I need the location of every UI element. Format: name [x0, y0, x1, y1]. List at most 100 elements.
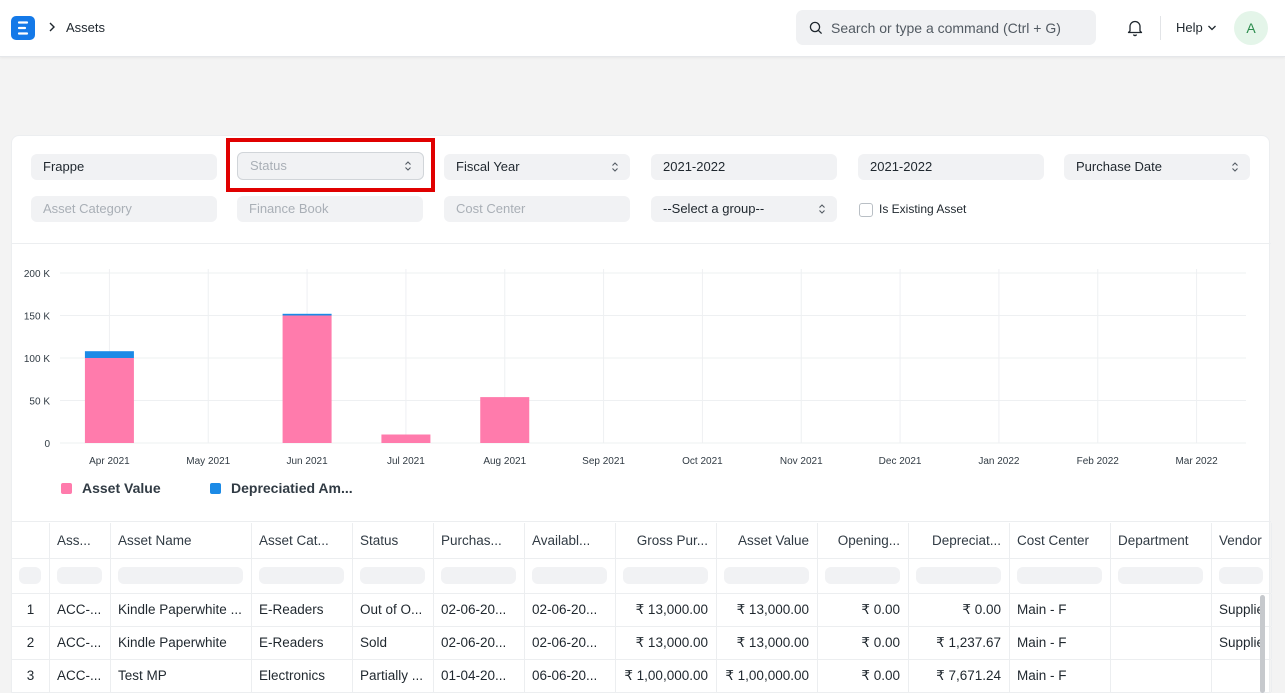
column-header[interactable]: Gross Pur...: [616, 523, 717, 558]
column-filter-input[interactable]: [1017, 567, 1102, 584]
table-scrollbar[interactable]: [1260, 595, 1265, 693]
column-filter[interactable]: [525, 559, 616, 593]
column-filter[interactable]: [1010, 559, 1111, 593]
legend-depreciated-amount[interactable]: Depreciatied Am...: [210, 480, 353, 496]
date-based-on-select[interactable]: Purchase Date: [1064, 154, 1250, 180]
table-cell[interactable]: Main - F: [1010, 660, 1111, 692]
finance-book-field[interactable]: Finance Book: [237, 196, 423, 222]
filter-row[interactable]: [12, 559, 1272, 594]
table-cell[interactable]: [1111, 660, 1212, 692]
table-cell[interactable]: ₹ 13,000.00: [717, 627, 818, 659]
from-fiscal-year-field[interactable]: 2021-2022: [651, 154, 837, 180]
column-header[interactable]: Vendor: [1212, 523, 1272, 558]
table-cell[interactable]: ₹ 1,237.67: [909, 627, 1010, 659]
table-cell[interactable]: Electronics: [252, 660, 353, 692]
column-filter-input[interactable]: [118, 567, 243, 584]
table-cell[interactable]: Test MP: [111, 660, 252, 692]
table-cell[interactable]: ₹ 13,000.00: [717, 594, 818, 626]
column-filter-input[interactable]: [1118, 567, 1203, 584]
column-header[interactable]: Depreciat...: [909, 523, 1010, 558]
column-filter[interactable]: [909, 559, 1010, 593]
table-cell[interactable]: Out of O...: [353, 594, 434, 626]
table-cell[interactable]: [1111, 627, 1212, 659]
column-filter[interactable]: [1111, 559, 1212, 593]
column-filter-input[interactable]: [623, 567, 708, 584]
column-filter-input[interactable]: [57, 567, 102, 584]
column-filter-input[interactable]: [259, 567, 344, 584]
table-cell[interactable]: ₹ 1,00,000.00: [717, 660, 818, 692]
table-cell[interactable]: ₹ 13,000.00: [616, 627, 717, 659]
company-field[interactable]: Frappe: [31, 154, 217, 180]
table-cell[interactable]: ₹ 0.00: [818, 627, 909, 659]
table-cell[interactable]: Kindle Paperwhite: [111, 627, 252, 659]
breadcrumb[interactable]: Assets: [66, 20, 105, 35]
filter-based-on-select[interactable]: Fiscal Year: [444, 154, 630, 180]
table-row[interactable]: 2 ACC-... Kindle Paperwhite E-Readers Sold 02…: [12, 627, 1272, 660]
column-header[interactable]: Status: [353, 523, 434, 558]
table-cell[interactable]: Sold: [353, 627, 434, 659]
app-logo[interactable]: [11, 16, 35, 40]
column-filter[interactable]: [1212, 559, 1272, 593]
column-header[interactable]: Cost Center: [1010, 523, 1111, 558]
column-filter[interactable]: [434, 559, 525, 593]
table-cell[interactable]: E-Readers: [252, 594, 353, 626]
column-filter[interactable]: [252, 559, 353, 593]
column-header[interactable]: Department: [1111, 523, 1212, 558]
column-header[interactable]: Asset Name: [111, 523, 252, 558]
bell-icon[interactable]: [1126, 18, 1144, 37]
cost-center-field[interactable]: Cost Center: [444, 196, 630, 222]
table-cell[interactable]: Kindle Paperwhite ...: [111, 594, 252, 626]
chevron-down-icon[interactable]: [1207, 24, 1217, 32]
column-filter-input[interactable]: [1219, 567, 1263, 584]
table-cell[interactable]: ₹ 0.00: [818, 594, 909, 626]
column-header[interactable]: Opening...: [818, 523, 909, 558]
column-filter[interactable]: [12, 559, 50, 593]
column-header[interactable]: Ass...: [50, 523, 111, 558]
column-filter-input[interactable]: [441, 567, 516, 584]
table-cell[interactable]: ACC-...: [50, 660, 111, 692]
column-header[interactable]: Asset Cat...: [252, 523, 353, 558]
column-header[interactable]: Availabl...: [525, 523, 616, 558]
help-menu[interactable]: Help: [1176, 20, 1203, 35]
avatar[interactable]: A: [1234, 11, 1268, 45]
column-filter[interactable]: [616, 559, 717, 593]
table-cell[interactable]: ₹ 7,671.24: [909, 660, 1010, 692]
table-cell[interactable]: 01-04-20...: [434, 660, 525, 692]
column-header[interactable]: Asset Value: [717, 523, 818, 558]
column-filter-input[interactable]: [916, 567, 1001, 584]
column-filter[interactable]: [818, 559, 909, 593]
table-cell[interactable]: Main - F: [1010, 627, 1111, 659]
table-row[interactable]: 1 ACC-... Kindle Paperwhite ... E-Readers Ou…: [12, 594, 1272, 627]
table-cell[interactable]: ₹ 0.00: [909, 594, 1010, 626]
column-filter[interactable]: [111, 559, 252, 593]
table-cell[interactable]: Partially ...: [353, 660, 434, 692]
asset-category-field[interactable]: Asset Category: [31, 196, 217, 222]
column-header[interactable]: Purchas...: [434, 523, 525, 558]
table-cell[interactable]: ACC-...: [50, 594, 111, 626]
table-cell[interactable]: 02-06-20...: [525, 627, 616, 659]
column-filter-input[interactable]: [825, 567, 900, 584]
to-fiscal-year-field[interactable]: 2021-2022: [858, 154, 1044, 180]
table-cell[interactable]: [1111, 594, 1212, 626]
table-cell[interactable]: ₹ 1,00,000.00: [616, 660, 717, 692]
search-bar[interactable]: Search or type a command (Ctrl + G): [796, 10, 1096, 45]
group-by-select[interactable]: --Select a group--: [651, 196, 837, 222]
column-filter-input[interactable]: [360, 567, 425, 584]
column-filter-input[interactable]: [724, 567, 809, 584]
table-cell[interactable]: 06-06-20...: [525, 660, 616, 692]
column-filter[interactable]: [353, 559, 434, 593]
table-cell[interactable]: Main - F: [1010, 594, 1111, 626]
table-row[interactable]: 3 ACC-... Test MP Electronics Partially ... 0…: [12, 660, 1272, 693]
table-cell[interactable]: ACC-...: [50, 627, 111, 659]
column-filter-input[interactable]: [19, 567, 41, 584]
column-filter-input[interactable]: [532, 567, 607, 584]
is-existing-asset-checkbox[interactable]: [859, 203, 873, 217]
table-cell[interactable]: 02-06-20...: [434, 627, 525, 659]
column-filter[interactable]: [717, 559, 818, 593]
table-cell[interactable]: ₹ 0.00: [818, 660, 909, 692]
table-cell[interactable]: ₹ 13,000.00: [616, 594, 717, 626]
table-cell[interactable]: E-Readers: [252, 627, 353, 659]
column-filter[interactable]: [50, 559, 111, 593]
table-cell[interactable]: 02-06-20...: [525, 594, 616, 626]
legend-asset-value[interactable]: Asset Value: [61, 480, 161, 496]
